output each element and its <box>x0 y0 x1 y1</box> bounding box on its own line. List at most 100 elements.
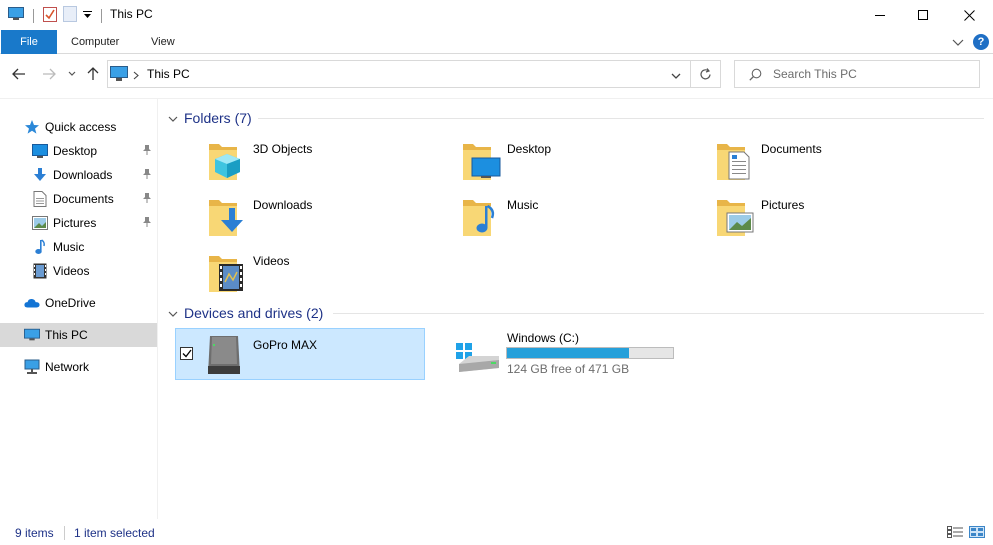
sidebar-item-label: This PC <box>45 328 88 342</box>
folder-videos[interactable]: Videos <box>207 252 447 302</box>
search-icon <box>749 68 762 84</box>
sidebar-item-downloads[interactable]: Downloads <box>32 163 157 187</box>
this-pc-icon[interactable] <box>8 7 24 24</box>
search-box[interactable] <box>734 60 980 88</box>
toolbar-separator <box>101 8 102 23</box>
status-separator <box>64 526 65 540</box>
downloads-folder-icon <box>209 200 243 236</box>
network-icon <box>24 359 40 375</box>
drive-gopro-max[interactable]: GoPro MAX <box>175 328 425 380</box>
drive-free-space: 124 GB free of 471 GB <box>507 362 630 376</box>
selection-count: 1 item selected <box>74 526 155 540</box>
search-input[interactable] <box>773 66 973 82</box>
new-folder-icon[interactable] <box>63 6 77 25</box>
sidebar-item-network[interactable]: Network <box>24 355 157 379</box>
breadcrumb[interactable]: This PC <box>147 67 190 81</box>
help-button[interactable]: ? <box>973 34 989 50</box>
window-title: This PC <box>110 7 153 21</box>
sidebar-item-label: Pictures <box>53 216 97 230</box>
folder-desktop[interactable]: Desktop <box>461 140 701 190</box>
sidebar-item-documents[interactable]: Documents <box>32 187 157 211</box>
sidebar-item-label: Downloads <box>53 168 113 182</box>
pin-icon[interactable] <box>142 168 152 183</box>
sidebar-item-quick-access[interactable]: Quick access <box>24 115 157 139</box>
folder-label: Desktop <box>507 142 552 156</box>
collapse-chevron-icon[interactable] <box>168 305 178 321</box>
videos-icon <box>32 263 48 279</box>
pin-icon[interactable] <box>142 144 152 159</box>
folder-documents[interactable]: Documents <box>715 140 955 190</box>
address-bar[interactable]: This PC <box>107 60 691 88</box>
sidebar-item-label: Music <box>53 240 85 254</box>
documents-icon <box>32 191 48 207</box>
folder-downloads[interactable]: Downloads <box>207 196 447 246</box>
3d-objects-folder-icon <box>209 144 240 180</box>
sidebar-item-label: Desktop <box>53 144 98 158</box>
drive-usage-bar <box>506 347 674 359</box>
pictures-folder-icon <box>717 200 754 236</box>
devices-section-header[interactable]: Devices and drives (2) <box>168 303 323 323</box>
close-button[interactable] <box>946 0 992 30</box>
sidebar-item-this-pc[interactable]: This PC <box>0 323 157 347</box>
item-count: 9 items <box>15 526 54 540</box>
star-icon <box>24 119 40 135</box>
cloud-icon <box>24 295 40 311</box>
sidebar-item-label: Documents <box>53 192 114 206</box>
sidebar-item-music[interactable]: Music <box>32 235 157 259</box>
videos-folder-icon <box>209 256 243 292</box>
tab-file[interactable]: File <box>1 30 57 54</box>
toolbar-separator <box>33 8 34 23</box>
status-bar: 9 items 1 item selected <box>0 521 993 545</box>
breadcrumb-separator-icon[interactable] <box>133 69 139 83</box>
folders-section-header[interactable]: Folders (7) <box>168 108 252 128</box>
sidebar-item-pictures[interactable]: Pictures <box>32 211 157 235</box>
drive-usage-fill <box>507 348 630 358</box>
section-divider <box>258 118 984 119</box>
desktop-icon <box>32 143 48 159</box>
sidebar-item-onedrive[interactable]: OneDrive <box>24 291 157 315</box>
section-title: Folders (7) <box>184 110 252 126</box>
expand-ribbon-chevron-icon[interactable] <box>952 36 964 50</box>
large-icons-view-icon[interactable] <box>969 526 985 541</box>
drive-label: GoPro MAX <box>253 338 318 352</box>
back-button[interactable] <box>12 66 26 82</box>
folder-pictures[interactable]: Pictures <box>715 196 955 246</box>
pin-icon[interactable] <box>142 192 152 207</box>
folder-label: Videos <box>253 254 290 268</box>
folder-label: 3D Objects <box>253 142 313 156</box>
address-dropdown-chevron-icon[interactable] <box>671 69 681 83</box>
folder-label: Documents <box>761 142 822 156</box>
desktop-folder-icon <box>463 144 501 180</box>
sidebar-item-label: OneDrive <box>45 296 96 310</box>
downloads-icon <box>32 167 48 183</box>
this-pc-icon <box>110 66 128 85</box>
folder-label: Downloads <box>253 198 313 212</box>
music-folder-icon <box>463 200 495 236</box>
up-button[interactable] <box>87 66 99 82</box>
refresh-button[interactable] <box>691 60 721 88</box>
folder-label: Pictures <box>761 198 805 212</box>
folder-3d-objects[interactable]: 3D Objects <box>207 140 447 190</box>
recent-locations-chevron-icon[interactable] <box>68 66 76 82</box>
collapse-chevron-icon[interactable] <box>168 110 178 126</box>
sidebar-item-desktop[interactable]: Desktop <box>32 139 157 163</box>
maximize-button[interactable] <box>900 0 946 30</box>
folder-music[interactable]: Music <box>461 196 701 246</box>
item-checkbox[interactable] <box>180 347 193 360</box>
tab-view[interactable]: View <box>151 30 175 54</box>
minimize-button[interactable] <box>857 0 903 30</box>
removable-drive-icon <box>208 336 240 374</box>
tab-computer[interactable]: Computer <box>71 30 119 54</box>
sidebar-item-label: Videos <box>53 264 90 278</box>
properties-icon[interactable] <box>43 6 57 25</box>
sidebar-item-label: Network <box>45 360 90 374</box>
sidebar-item-label: Quick access <box>45 120 117 134</box>
pin-icon[interactable] <box>142 216 152 231</box>
details-view-icon[interactable] <box>947 526 963 541</box>
sidebar-item-videos[interactable]: Videos <box>32 259 157 283</box>
navigation-pane: Quick access Desktop Downloads Documents <box>0 99 158 519</box>
pictures-icon <box>32 215 48 231</box>
documents-folder-icon <box>717 144 750 180</box>
forward-button[interactable] <box>42 66 56 82</box>
customize-dropdown-icon[interactable] <box>83 9 92 23</box>
